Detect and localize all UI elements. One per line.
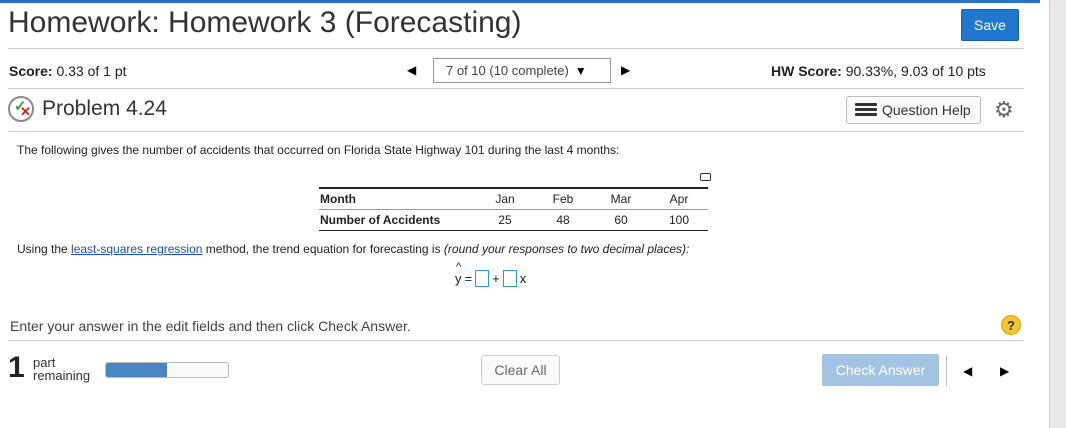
accidents-header: Number of Accidents xyxy=(319,209,476,231)
page-scrollbar[interactable] xyxy=(1049,0,1066,428)
partial-credit-icon: ✓ ✕ xyxy=(8,96,34,122)
divider xyxy=(8,48,1024,49)
hw-score-value: 90.33%, 9.03 of 10 pts xyxy=(845,63,986,79)
dropdown-arrow-icon: ▼ xyxy=(574,63,587,78)
help-icon[interactable]: ? xyxy=(1001,315,1021,335)
table-cell: Apr xyxy=(650,187,708,210)
divider xyxy=(8,340,1024,341)
table-cell: 60 xyxy=(592,209,650,231)
gear-icon[interactable]: ⚙ xyxy=(994,99,1014,121)
divider xyxy=(8,88,1024,89)
slope-input[interactable] xyxy=(502,270,517,287)
question-position-label: 7 of 10 (10 complete) xyxy=(446,63,569,78)
question-help-label: Question Help xyxy=(882,102,971,118)
score-display: Score: 0.33 of 1 pt xyxy=(9,63,127,79)
table-cell: Mar xyxy=(592,187,650,210)
top-accent-line xyxy=(0,0,1040,3)
table-cell: Jan xyxy=(476,187,534,210)
table-cell: 100 xyxy=(650,209,708,231)
month-header: Month xyxy=(319,187,476,210)
rounding-note: (round your responses to two decimal pla… xyxy=(443,242,690,256)
next-question-icon[interactable]: ▶ xyxy=(621,63,630,77)
problem-title: Problem 4.24 xyxy=(42,97,167,120)
enter-answer-instruction: Enter your answer in the edit fields and… xyxy=(10,318,411,334)
score-label: Score: xyxy=(9,63,53,79)
check-answer-button[interactable]: Check Answer xyxy=(822,354,939,386)
divider xyxy=(946,356,947,386)
copy-table-icon[interactable] xyxy=(700,173,711,181)
accidents-table: Month Jan Feb Mar Apr Number of Accident… xyxy=(319,187,708,231)
parts-remaining-count: 1 xyxy=(8,351,25,384)
table-cell: Feb xyxy=(534,187,592,210)
table-row: Number of Accidents 25 48 60 100 xyxy=(319,209,708,231)
progress-fill xyxy=(106,363,167,377)
hw-score-display: HW Score: 90.33%, 9.03 of 10 pts xyxy=(771,63,986,79)
save-button[interactable]: Save xyxy=(961,9,1019,41)
table-cell: 25 xyxy=(476,209,534,231)
question-stem: The following gives the number of accide… xyxy=(17,143,620,157)
clear-all-button[interactable]: Clear All xyxy=(481,355,560,385)
next-question-icon[interactable]: ▶ xyxy=(1000,364,1009,378)
hw-score-label: HW Score: xyxy=(771,63,842,79)
table-row: Month Jan Feb Mar Apr xyxy=(319,187,708,210)
least-squares-link[interactable]: least-squares regression xyxy=(71,242,202,256)
question-selector[interactable]: 7 of 10 (10 complete) ▼ xyxy=(433,58,611,83)
trend-equation: ^ y = + x xyxy=(455,261,527,287)
previous-question-icon[interactable]: ◀ xyxy=(407,63,416,77)
page-title: Homework: Homework 3 (Forecasting) xyxy=(8,6,522,39)
score-value: 0.33 of 1 pt xyxy=(56,63,127,79)
progress-bar xyxy=(105,362,229,378)
intercept-input[interactable] xyxy=(475,270,490,287)
list-icon xyxy=(855,103,877,117)
parts-remaining-label: part remaining xyxy=(33,355,91,383)
previous-question-icon[interactable]: ◀ xyxy=(963,364,972,378)
instruction-text: Using the least-squares regression metho… xyxy=(17,242,690,256)
divider xyxy=(8,131,1024,132)
y-hat: ^ y xyxy=(455,261,462,286)
question-help-button[interactable]: Question Help xyxy=(846,96,981,124)
table-cell: 48 xyxy=(534,209,592,231)
